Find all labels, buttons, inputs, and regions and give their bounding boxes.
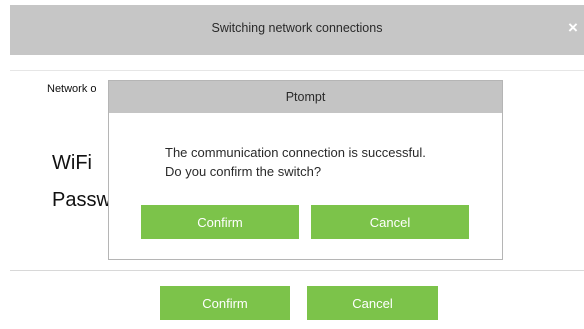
dialog-titlebar: Switching network connections × xyxy=(10,5,584,55)
divider xyxy=(10,70,584,71)
prompt-title: Ptompt xyxy=(285,90,326,104)
prompt-message: The communication connection is successf… xyxy=(165,143,485,181)
dialog-title: Switching network connections xyxy=(211,21,383,35)
prompt-message-line: The communication connection is successf… xyxy=(165,145,426,160)
password-label: Passw xyxy=(52,189,111,211)
wifi-label: WiFi xyxy=(52,152,92,174)
prompt-titlebar: Ptompt xyxy=(109,81,502,113)
prompt-cancel-button[interactable]: Cancel xyxy=(311,205,469,239)
prompt-confirm-button[interactable]: Confirm xyxy=(141,205,299,239)
network-label: Network o xyxy=(47,83,97,95)
prompt-dialog: Ptompt The communication connection is s… xyxy=(108,80,503,260)
cancel-button[interactable]: Cancel xyxy=(307,286,438,320)
prompt-message-line: Do you confirm the switch? xyxy=(165,164,322,179)
divider xyxy=(10,270,584,271)
close-icon[interactable]: × xyxy=(566,19,580,37)
confirm-button[interactable]: Confirm xyxy=(160,286,290,320)
